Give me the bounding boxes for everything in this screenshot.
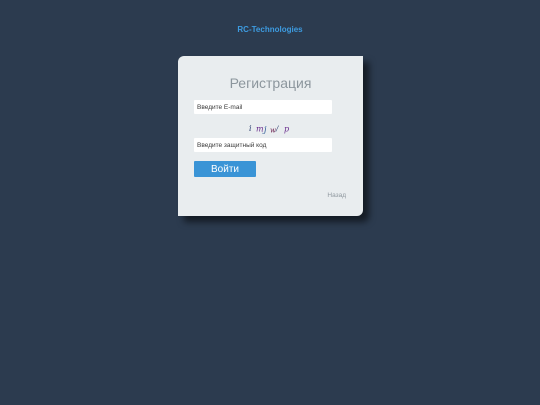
svg-text:m: m — [256, 125, 264, 134]
login-button[interactable]: Войти — [194, 161, 256, 177]
email-field[interactable] — [194, 100, 332, 114]
form-title: Регистрация — [229, 75, 312, 91]
brand-title[interactable]: RC-Technologies — [0, 25, 540, 34]
registration-card: Регистрация i m j w / p Войти Назад — [178, 56, 363, 216]
captcha-image: i m j w / p — [249, 124, 289, 134]
captcha-code-field[interactable] — [194, 138, 332, 152]
svg-text:p: p — [284, 125, 289, 134]
svg-text:/: / — [275, 125, 279, 133]
svg-text:i: i — [249, 124, 252, 133]
back-link[interactable]: Назад — [327, 192, 346, 199]
